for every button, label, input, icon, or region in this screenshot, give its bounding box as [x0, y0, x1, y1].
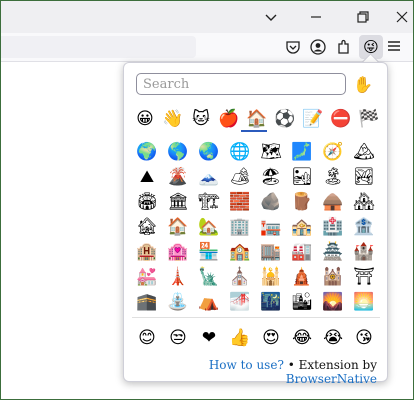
emoji-cell[interactable]: 💒 — [132, 264, 162, 290]
emoji-cell[interactable]: 🏢 — [225, 214, 255, 240]
emoji-cell[interactable]: 🏰 — [349, 239, 379, 265]
how-to-use-link[interactable]: How to use? — [209, 358, 284, 372]
emoji-cell[interactable]: 🌄 — [318, 289, 348, 315]
emoji-cell[interactable]: 🪵 — [287, 189, 317, 215]
emoji-cell[interactable]: 🏕 — [225, 164, 255, 190]
emoji-cell[interactable]: ⛪ — [225, 264, 255, 290]
emoji-cell[interactable]: ⛩ — [349, 264, 379, 290]
emoji-cell[interactable]: 🗼 — [163, 264, 193, 290]
chevron-down-icon[interactable] — [262, 8, 280, 26]
minimize-icon[interactable] — [307, 8, 325, 26]
frequent-emoji[interactable]: ❤ — [194, 325, 224, 351]
emoji-cell[interactable]: 🌅 — [349, 289, 379, 315]
emoji-cell[interactable]: 🪨 — [256, 189, 286, 215]
category-tabs: 😀 👋 🐱 🍎 🏠 ⚽ 📝 ⛔ 🏁 — [132, 107, 380, 131]
emoji-cell[interactable]: 🏜 — [287, 164, 317, 190]
close-icon[interactable] — [393, 8, 411, 26]
emoji-cell[interactable]: ⛺ — [194, 289, 224, 315]
emoji-cell[interactable]: 🕋 — [132, 289, 162, 315]
tab-flags[interactable]: 🏁 — [356, 107, 382, 131]
tab-people[interactable]: 👋 — [160, 107, 186, 131]
skin-tone-button[interactable]: ✋ — [352, 74, 374, 96]
tab-objects[interactable]: 📝 — [300, 107, 326, 131]
emoji-cell[interactable]: 🏯 — [318, 239, 348, 265]
emoji-cell[interactable]: 🗺 — [256, 139, 286, 165]
emoji-cell[interactable]: 🗻 — [194, 164, 224, 190]
emoji-cell[interactable]: 🌐 — [225, 139, 255, 165]
emoji-cell[interactable]: 🏗 — [194, 189, 224, 215]
tab-smileys[interactable]: 😀 — [132, 107, 158, 131]
frequent-emoji[interactable]: 👍 — [225, 325, 255, 351]
emoji-cell[interactable]: 🏫 — [225, 239, 255, 265]
menu-icon[interactable] — [386, 38, 402, 54]
emoji-popup: ✋ 😀 👋 🐱 🍎 🏠 ⚽ 📝 ⛔ 🏁 🌍🌎🌏🌐🗺🗾🧭🏔 ⛰🌋🗻🏕🏖🏜🏝🏞 🏟🏛🏗🧱… — [123, 62, 388, 386]
toolbar — [1, 33, 413, 62]
emoji-cell[interactable]: ⛰ — [132, 164, 162, 190]
emoji-cell[interactable]: 🌃 — [256, 289, 286, 315]
emoji-cell[interactable]: 🏦 — [349, 214, 379, 240]
emoji-cell[interactable]: 🏟 — [132, 189, 162, 215]
emoji-cell[interactable]: 🏬 — [256, 239, 286, 265]
tab-animals[interactable]: 🐱 — [188, 107, 214, 131]
tab-activities[interactable]: ⚽ — [272, 107, 298, 131]
emoji-cell[interactable]: 🏙 — [287, 289, 317, 315]
emoji-cell[interactable]: 🧱 — [225, 189, 255, 215]
frequent-emoji[interactable]: 😒 — [163, 325, 193, 351]
emoji-cell[interactable]: 🛕 — [287, 264, 317, 290]
frequent-emoji[interactable]: 😭 — [318, 325, 348, 351]
title-bar — [1, 1, 413, 33]
tab-food[interactable]: 🍎 — [216, 107, 242, 131]
emoji-cell[interactable]: 🌎 — [163, 139, 193, 165]
emoji-cell[interactable]: 🏖 — [256, 164, 286, 190]
tab-travel[interactable]: 🏠 — [244, 107, 270, 131]
search-input[interactable] — [136, 73, 346, 95]
divider — [132, 317, 380, 318]
restore-icon[interactable] — [354, 8, 372, 26]
frequent-emoji[interactable]: 😘 — [349, 325, 379, 351]
emoji-cell[interactable]: ⛲ — [163, 289, 193, 315]
emoji-cell[interactable]: 🕍 — [318, 264, 348, 290]
extensions-icon[interactable] — [335, 38, 353, 56]
emoji-cell[interactable]: 🏭 — [287, 239, 317, 265]
frequent-emoji[interactable]: 😂 — [287, 325, 317, 351]
frequently-used-row: 😊 😒 ❤ 👍 😍 😂 😭 😘 — [132, 325, 380, 351]
emoji-cell[interactable]: 🏪 — [194, 239, 224, 265]
active-tab-indicator — [241, 130, 267, 132]
emoji-cell[interactable]: 🗽 — [194, 264, 224, 290]
emoji-cell[interactable]: 🗾 — [287, 139, 317, 165]
frequent-emoji[interactable]: 😍 — [256, 325, 286, 351]
emoji-cell[interactable]: 🏝 — [318, 164, 348, 190]
emoji-cell[interactable]: 🏛 — [163, 189, 193, 215]
frequent-emoji[interactable]: 😊 — [132, 325, 162, 351]
emoji-cell[interactable]: 🏥 — [318, 214, 348, 240]
emoji-cell[interactable]: 🌋 — [163, 164, 193, 190]
emoji-cell[interactable]: 🌁 — [225, 289, 255, 315]
emoji-cell[interactable]: 🏨 — [132, 239, 162, 265]
emoji-cell[interactable]: 🏤 — [287, 214, 317, 240]
emoji-cell[interactable]: 🏠 — [163, 214, 193, 240]
emoji-cell[interactable]: 🛖 — [318, 189, 348, 215]
emoji-cell[interactable]: 🧭 — [318, 139, 348, 165]
emoji-cell[interactable]: 🏞 — [349, 164, 379, 190]
emoji-cell[interactable]: 🏚 — [132, 214, 162, 240]
emoji-cell[interactable]: 🌍 — [132, 139, 162, 165]
emoji-cell[interactable]: 🏩 — [163, 239, 193, 265]
emoji-cell[interactable]: 🏔 — [349, 139, 379, 165]
url-bar[interactable] — [1, 36, 196, 58]
emoji-cell[interactable]: 🏘 — [349, 189, 379, 215]
emoji-cell[interactable]: 🏣 — [256, 214, 286, 240]
pocket-icon[interactable] — [284, 38, 302, 56]
emoji-cell[interactable]: 🌏 — [194, 139, 224, 165]
emoji-cell[interactable]: 🕌 — [256, 264, 286, 290]
tab-symbols[interactable]: ⛔ — [328, 107, 354, 131]
footer-text: • Extension by — [283, 358, 377, 372]
emoji-cell[interactable]: 🏡 — [194, 214, 224, 240]
footer: How to use? • Extension by BrowserNative — [124, 358, 377, 386]
account-icon[interactable] — [309, 38, 327, 56]
browsernative-link[interactable]: BrowserNative — [286, 372, 377, 386]
